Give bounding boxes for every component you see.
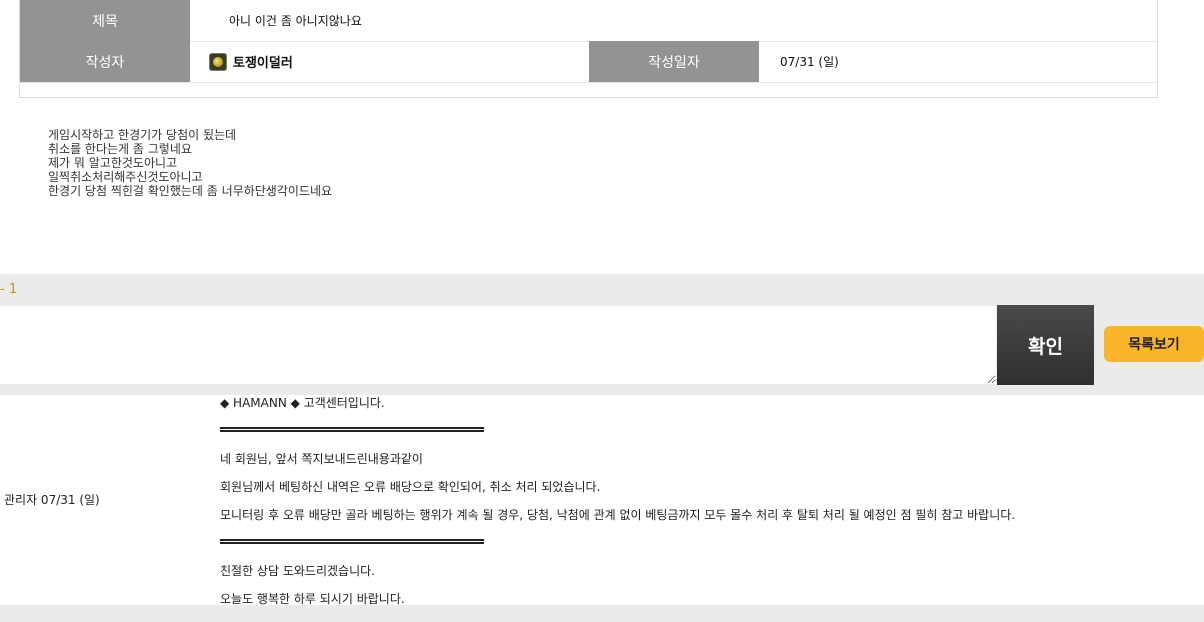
reply-header: ◆ HAMANN ◆ 고객센터입니다. xyxy=(220,396,385,410)
title-label: 제목 xyxy=(20,0,190,41)
divider xyxy=(220,427,484,432)
body-line: 일찍취소처리해주신것도아니고 xyxy=(48,170,203,184)
body-line: 게임시작하고 한경기가 당첨이 됬는데 xyxy=(48,128,237,142)
author-cell: 토쟁이덜러 xyxy=(209,41,293,82)
author-date-row: 작성자 토쟁이덜러 작성일자 07/31 (일) xyxy=(20,41,1159,83)
post-date: 07/31 (일) xyxy=(780,55,839,69)
post-body: 게임시작하고 한경기가 당첨이 됬는데 취소를 한다는게 좀 그렇네요 제가 뭐… xyxy=(48,128,332,198)
post-title: 아니 이건 좀 아니지않나요 xyxy=(229,14,362,28)
body-line: 제가 뭐 알고한것도아니고 xyxy=(48,156,178,170)
confirm-button[interactable]: 확인 xyxy=(997,305,1094,385)
divider xyxy=(220,539,484,544)
reply-author-date: 관리자 07/31 (일) xyxy=(4,493,100,507)
comment-input[interactable] xyxy=(0,306,996,384)
reply-line: 네 회원님, 앞서 쪽지보내드린내용과같이 xyxy=(220,452,423,466)
body-line: 한경기 당첨 찍힌걸 확인했는데 좀 너무하단생각이드네요 xyxy=(48,184,333,198)
reply-line: 회원님께서 베팅하신 내역은 오류 배당으로 확인되어, 취소 처리 되었습니다… xyxy=(220,480,601,494)
bottom-bar xyxy=(0,605,1204,622)
post-info-table: 제목 아니 이건 좀 아니지않나요 작성자 토쟁이덜러 작성일자 07/31 (… xyxy=(19,0,1159,98)
author-label: 작성자 xyxy=(20,41,190,82)
level-badge-icon xyxy=(209,52,227,71)
comment-count: - 1 xyxy=(0,282,18,297)
reply-line: 모니터링 후 오류 배당만 골라 베팅하는 행위가 계속 될 경우, 당첨, 낙… xyxy=(220,508,1016,522)
date-label: 작성일자 xyxy=(589,41,759,82)
list-view-button[interactable]: 목록보기 xyxy=(1104,326,1204,362)
body-line: 취소를 한다는게 좀 그렇네요 xyxy=(48,142,192,156)
reply-line: 친절한 상담 도와드리겠습니다. xyxy=(220,564,375,578)
title-row: 제목 아니 이건 좀 아니지않나요 xyxy=(20,0,1159,42)
author-name[interactable]: 토쟁이덜러 xyxy=(233,52,293,71)
